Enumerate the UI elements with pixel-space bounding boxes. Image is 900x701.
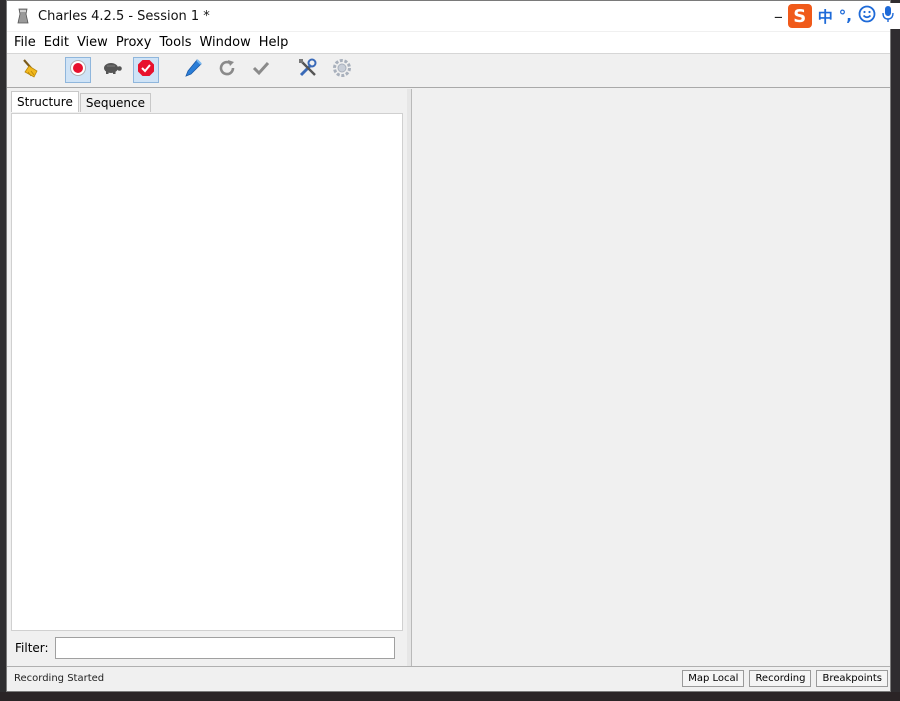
map-local-button[interactable]: Map Local — [682, 670, 745, 687]
repeat-button[interactable] — [214, 57, 240, 83]
pen-icon — [183, 58, 203, 82]
charles-app-icon — [16, 8, 30, 24]
filter-row: Filter: — [15, 637, 395, 659]
menu-bar: File Edit View Proxy Tools Window Help — [7, 32, 890, 54]
validate-button[interactable] — [248, 57, 274, 83]
gear-icon — [332, 58, 352, 82]
throttle-button[interactable] — [99, 57, 125, 83]
title-bar[interactable]: Charles 4.2.5 - Session 1 * — S 中 °, — [7, 1, 900, 31]
ime-language-toggle[interactable]: 中 — [818, 6, 833, 27]
smiley-icon[interactable] — [858, 5, 876, 27]
taskbar-strip — [0, 692, 900, 701]
session-tree[interactable] — [11, 113, 403, 631]
sogou-logo-icon[interactable]: S — [787, 4, 812, 28]
menu-window[interactable]: Window — [198, 35, 251, 50]
check-icon — [251, 58, 271, 82]
view-tabs: Structure Sequence — [11, 91, 152, 113]
turtle-icon — [101, 60, 123, 80]
charles-window: Charles 4.2.5 - Session 1 * — S 中 °, — [6, 0, 900, 692]
status-message: Recording Started — [14, 673, 105, 684]
status-bar: Recording Started Map Local Recording Br… — [7, 666, 890, 691]
menu-proxy[interactable]: Proxy — [115, 35, 153, 50]
menu-help[interactable]: Help — [258, 35, 290, 50]
compose-button[interactable] — [180, 57, 206, 83]
tab-sequence[interactable]: Sequence — [79, 93, 152, 112]
record-icon — [69, 59, 87, 81]
window-title: Charles 4.2.5 - Session 1 * — [38, 8, 210, 24]
clear-session-button[interactable] — [18, 57, 44, 83]
detail-pane — [412, 89, 890, 667]
breakpoints-status-button[interactable]: Breakpoints — [816, 670, 888, 687]
record-button[interactable] — [65, 57, 91, 83]
desktop-edge-right — [890, 0, 900, 701]
broom-icon — [20, 57, 42, 83]
ime-punctuation-toggle[interactable]: °, — [839, 7, 852, 25]
toolbar — [7, 54, 890, 88]
menu-tools[interactable]: Tools — [158, 35, 192, 50]
ime-toolbar: S 中 °, — [781, 3, 900, 29]
microphone-icon[interactable] — [882, 5, 894, 27]
structure-pane: Structure Sequence Filter: — [7, 89, 408, 667]
settings-button[interactable] — [329, 57, 355, 83]
tools-button[interactable] — [295, 57, 321, 83]
breakpoint-icon — [137, 59, 155, 81]
menu-edit[interactable]: Edit — [43, 35, 70, 50]
filter-label: Filter: — [15, 641, 49, 655]
filter-input[interactable] — [54, 637, 395, 659]
menu-view[interactable]: View — [76, 35, 109, 50]
breakpoints-button[interactable] — [133, 57, 159, 83]
menu-file[interactable]: File — [13, 35, 37, 50]
tab-structure[interactable]: Structure — [11, 91, 79, 112]
refresh-icon — [217, 58, 237, 82]
tools-icon — [297, 57, 319, 83]
status-buttons: Map Local Recording Breakpoints — [682, 670, 888, 687]
recording-button[interactable]: Recording — [749, 670, 812, 687]
